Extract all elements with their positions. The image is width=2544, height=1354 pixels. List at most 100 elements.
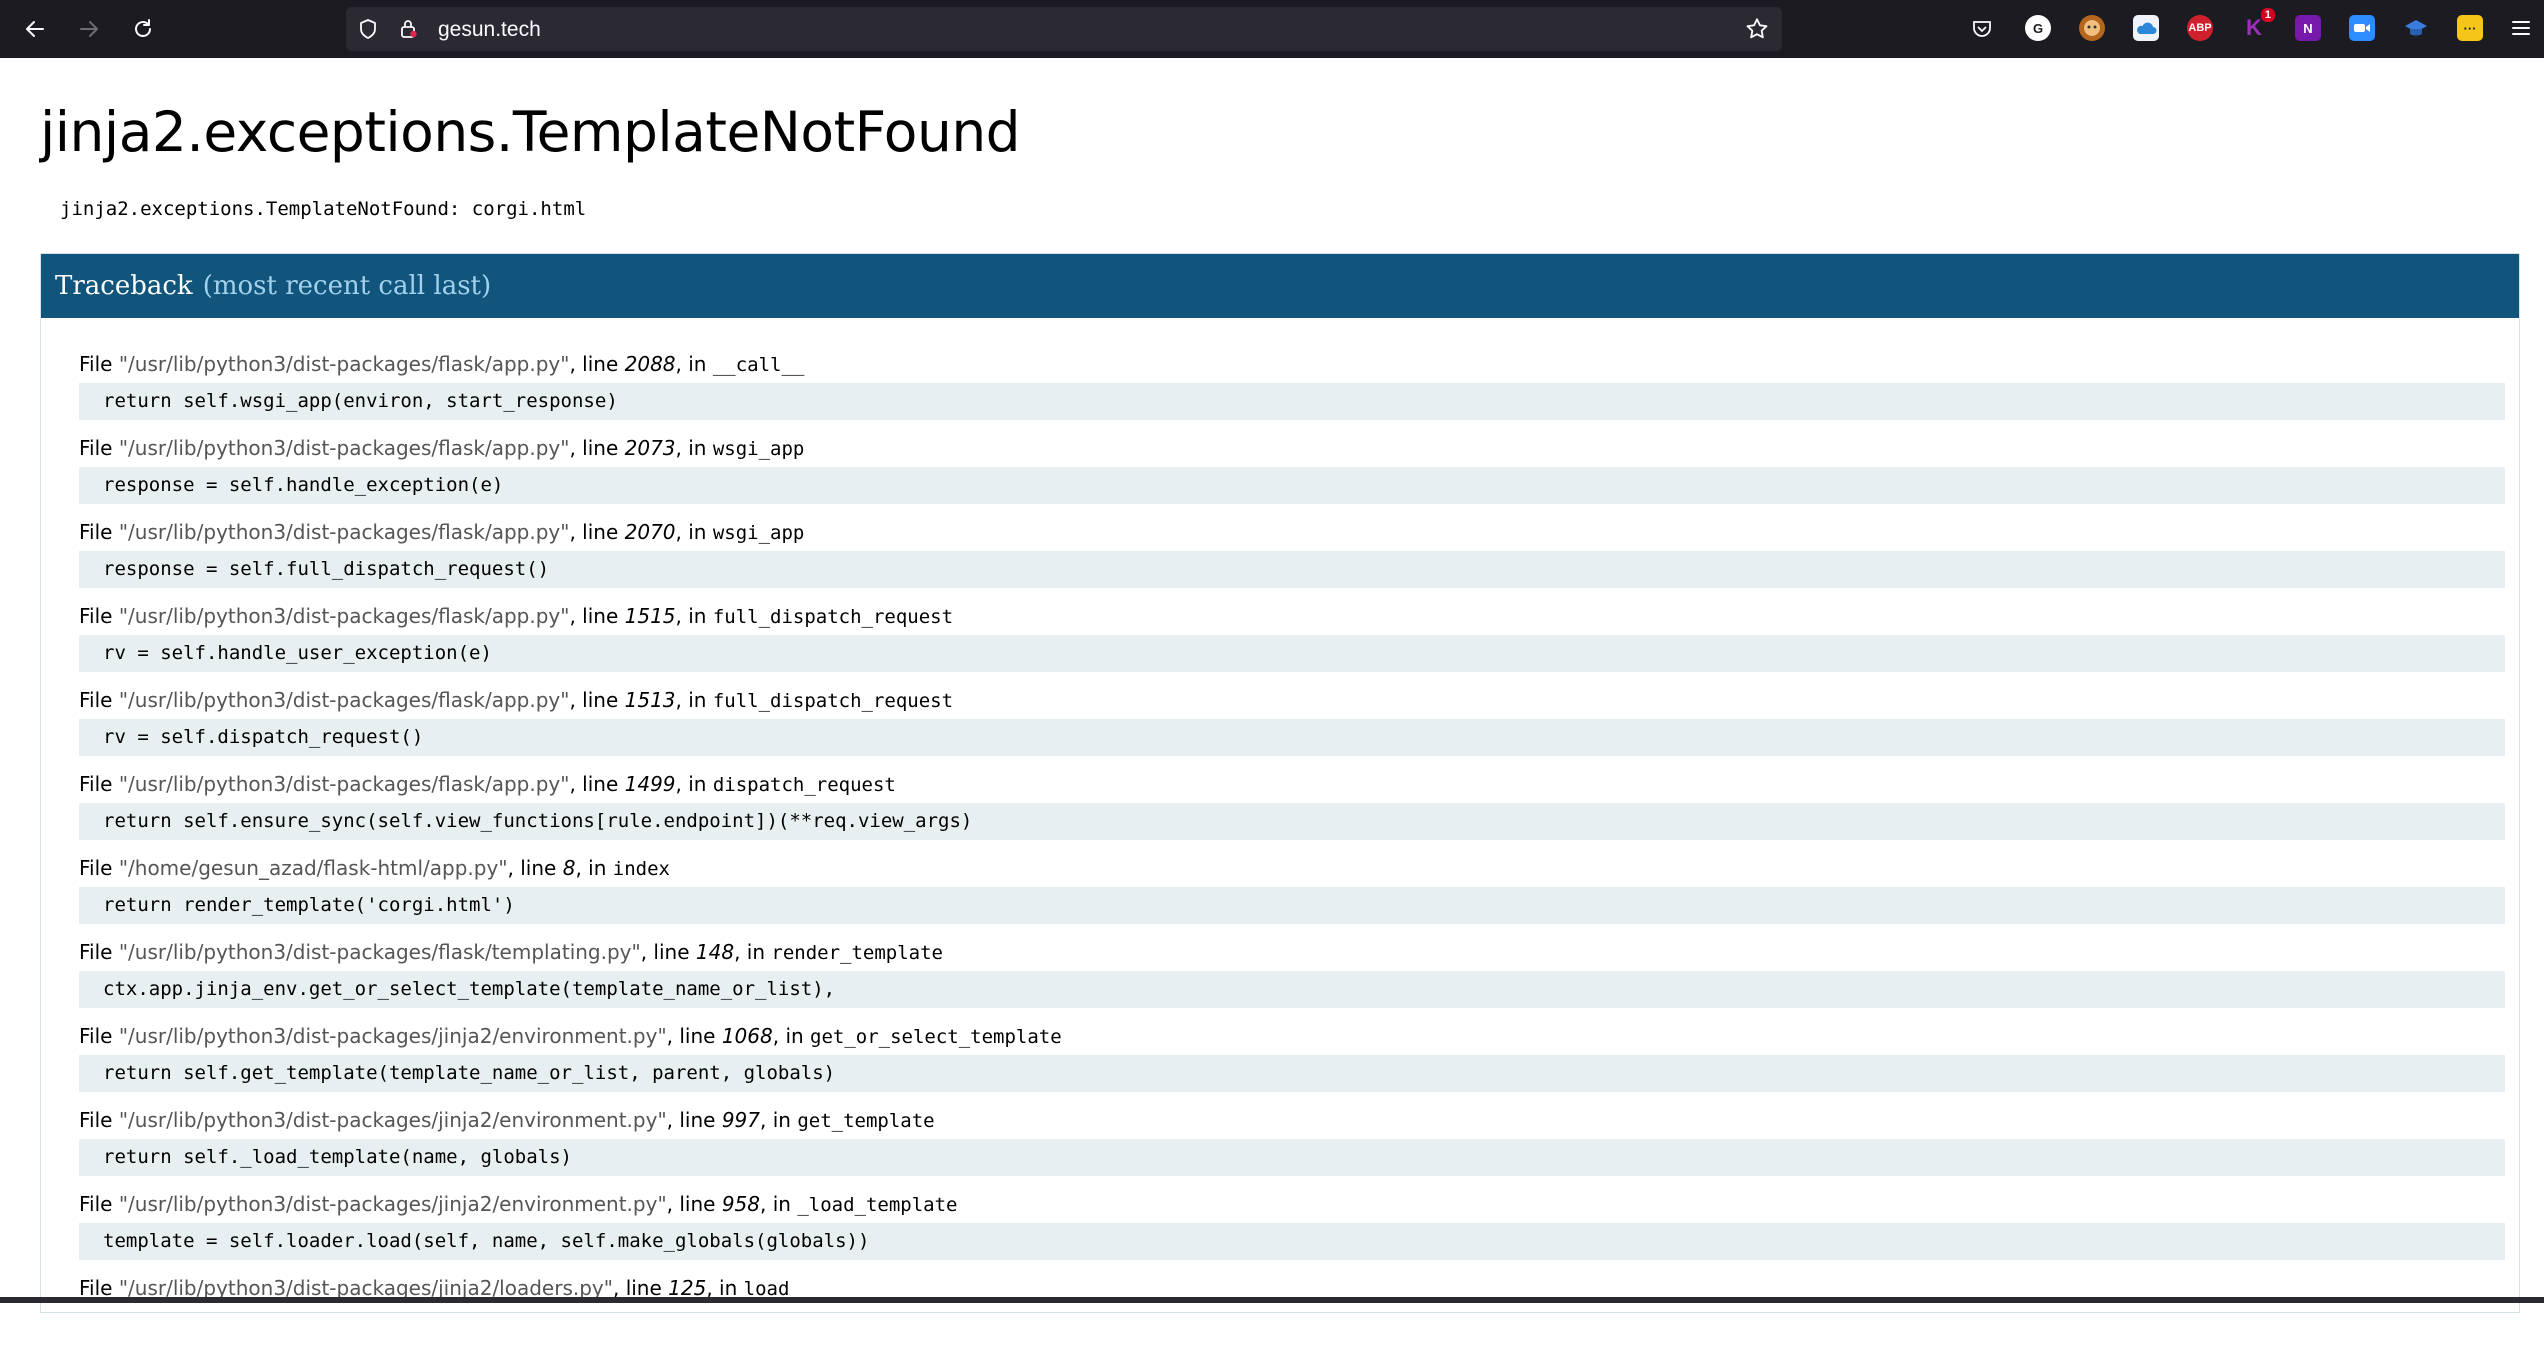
line-word: line	[679, 1192, 716, 1216]
in-word: in	[772, 1108, 791, 1132]
adblock-plus-icon[interactable]: ABP	[2187, 15, 2213, 41]
frame-source-line[interactable]: ctx.app.jinja_env.get_or_select_template…	[79, 971, 2505, 1008]
traceback-frame: File "/usr/lib/python3/dist-packages/fla…	[79, 430, 2505, 514]
traceback-frames: File "/usr/lib/python3/dist-packages/fla…	[79, 346, 2505, 1354]
graduation-cap-icon[interactable]	[2403, 15, 2429, 41]
file-word: File	[79, 688, 113, 712]
traceback-frame: File "/usr/lib/python3/dist-packages/jin…	[79, 1270, 2505, 1354]
frame-location: File "/usr/lib/python3/dist-packages/fla…	[79, 604, 954, 628]
in-word: in	[688, 604, 707, 628]
frame-source-line[interactable]: return self.wsgi_app(environ, start_resp…	[79, 383, 2505, 420]
file-word: File	[79, 772, 113, 796]
frame-filename[interactable]: "/home/gesun_azad/flask-html/app.py"	[119, 856, 508, 880]
frame-location: File "/usr/lib/python3/dist-packages/fla…	[79, 352, 805, 376]
frame-line-number: 997	[721, 1108, 760, 1132]
frame-filename[interactable]: "/usr/lib/python3/dist-packages/flask/ap…	[119, 352, 570, 376]
line-word: line	[679, 1024, 716, 1048]
file-word: File	[79, 604, 113, 628]
in-word: in	[746, 940, 766, 964]
hamburger-menu-icon[interactable]	[2508, 15, 2534, 41]
file-word: File	[79, 856, 113, 880]
line-word: line	[582, 436, 619, 460]
frame-location: File "/usr/lib/python3/dist-packages/fla…	[79, 772, 896, 796]
frame-location: File "/usr/lib/python3/dist-packages/fla…	[79, 436, 805, 460]
frame-filename[interactable]: "/usr/lib/python3/dist-packages/flask/ap…	[119, 604, 570, 628]
frame-filename[interactable]: "/usr/lib/python3/dist-packages/jinja2/e…	[119, 1024, 667, 1048]
more-dots-icon[interactable]: ···	[2457, 15, 2483, 41]
line-word: line	[582, 772, 619, 796]
in-word: in	[688, 772, 707, 796]
page-title: jinja2.exceptions.TemplateNotFound	[40, 100, 1021, 164]
grammarly-icon[interactable]: G	[2025, 15, 2051, 41]
forward-button[interactable]	[70, 10, 108, 48]
traceback-frame: File "/usr/lib/python3/dist-packages/jin…	[79, 1186, 2505, 1270]
traceback-frame: File "/home/gesun_azad/flask-html/app.py…	[79, 850, 2505, 934]
in-word: in	[785, 1024, 804, 1048]
line-word: line	[582, 352, 619, 376]
back-button[interactable]	[16, 10, 54, 48]
lock-icon[interactable]	[396, 17, 420, 41]
traceback-frame: File "/usr/lib/python3/dist-packages/jin…	[79, 1018, 2505, 1102]
line-word: line	[653, 940, 690, 964]
address-bar[interactable]: gesun.tech	[346, 7, 1782, 51]
frame-filename[interactable]: "/usr/lib/python3/dist-packages/jinja2/e…	[119, 1192, 667, 1216]
onenote-icon[interactable]: N	[2295, 15, 2321, 41]
line-word: line	[582, 520, 619, 544]
zoom-icon[interactable]	[2349, 15, 2375, 41]
pocket-icon[interactable]	[1969, 15, 1995, 41]
in-word: in	[688, 436, 707, 460]
file-word: File	[79, 940, 113, 964]
bookmark-star-icon[interactable]	[1744, 16, 1770, 42]
reload-button[interactable]	[124, 10, 162, 48]
tampermonkey-icon[interactable]	[2079, 15, 2105, 41]
frame-location: File "/usr/lib/python3/dist-packages/fla…	[79, 940, 943, 964]
frame-source-line[interactable]: return self.ensure_sync(self.view_functi…	[79, 803, 2505, 840]
frame-line-number: 148	[695, 940, 735, 964]
shield-icon[interactable]	[356, 17, 380, 41]
frame-function-name: full_dispatch_request	[712, 606, 954, 628]
frame-function-name: index	[612, 858, 670, 880]
line-word: line	[582, 604, 619, 628]
file-word: File	[79, 1192, 113, 1216]
frame-filename[interactable]: "/usr/lib/python3/dist-packages/flask/ap…	[119, 436, 570, 460]
traceback-frame: File "/usr/lib/python3/dist-packages/fla…	[79, 766, 2505, 850]
onedrive-icon[interactable]	[2133, 15, 2159, 41]
frame-function-name: wsgi_app	[712, 438, 805, 460]
frame-line-number: 1513	[624, 688, 676, 712]
frame-source-line[interactable]: return render_template('corgi.html')	[79, 887, 2505, 924]
frame-line-number: 1515	[624, 604, 676, 628]
frame-location: File "/home/gesun_azad/flask-html/app.py…	[79, 856, 670, 880]
url-text[interactable]: gesun.tech	[438, 18, 541, 42]
frame-source-line[interactable]: rv = self.handle_user_exception(e)	[79, 635, 2505, 672]
k-extension-icon[interactable]: K 1	[2241, 8, 2275, 41]
frame-function-name: get_or_select_template	[810, 1026, 1062, 1048]
frame-function-name: get_template	[797, 1110, 935, 1132]
frame-filename[interactable]: "/usr/lib/python3/dist-packages/flask/ap…	[119, 688, 570, 712]
frame-filename[interactable]: "/usr/lib/python3/dist-packages/flask/te…	[119, 940, 641, 964]
frame-line-number: 958	[721, 1192, 760, 1216]
frame-source-line[interactable]: rv = self.dispatch_request()	[79, 719, 2505, 756]
frame-function-name: wsgi_app	[712, 522, 805, 544]
traceback-frame: File "/usr/lib/python3/dist-packages/fla…	[79, 514, 2505, 598]
frame-source-line[interactable]: response = self.full_dispatch_request()	[79, 551, 2505, 588]
in-word: in	[688, 520, 707, 544]
frame-filename[interactable]: "/usr/lib/python3/dist-packages/flask/ap…	[119, 772, 570, 796]
in-word: in	[688, 688, 707, 712]
file-word: File	[79, 352, 113, 376]
frame-filename[interactable]: "/usr/lib/python3/dist-packages/jinja2/e…	[119, 1108, 667, 1132]
frame-filename[interactable]: "/usr/lib/python3/dist-packages/flask/ap…	[119, 520, 570, 544]
traceback-label: Traceback	[55, 271, 193, 301]
frame-location: File "/usr/lib/python3/dist-packages/jin…	[79, 1024, 1062, 1048]
frame-source-line[interactable]: return self._load_template(name, globals…	[79, 1139, 2505, 1176]
frame-source-line[interactable]: template = self.loader.load(self, name, …	[79, 1223, 2505, 1260]
traceback-note: (most recent call last)	[202, 271, 492, 301]
frame-source-line[interactable]: response = self.handle_exception(e)	[79, 467, 2505, 504]
back-arrow-icon	[26, 21, 44, 37]
error-message: jinja2.exceptions.TemplateNotFound: corg…	[60, 198, 587, 220]
line-word: line	[679, 1108, 716, 1132]
window-bottom-edge	[0, 1297, 2544, 1303]
traceback-header: Traceback (most recent call last)	[41, 254, 2519, 318]
frame-source-line[interactable]: return self.get_template(template_name_o…	[79, 1055, 2505, 1092]
line-word: line	[582, 688, 619, 712]
in-word: in	[588, 856, 607, 880]
